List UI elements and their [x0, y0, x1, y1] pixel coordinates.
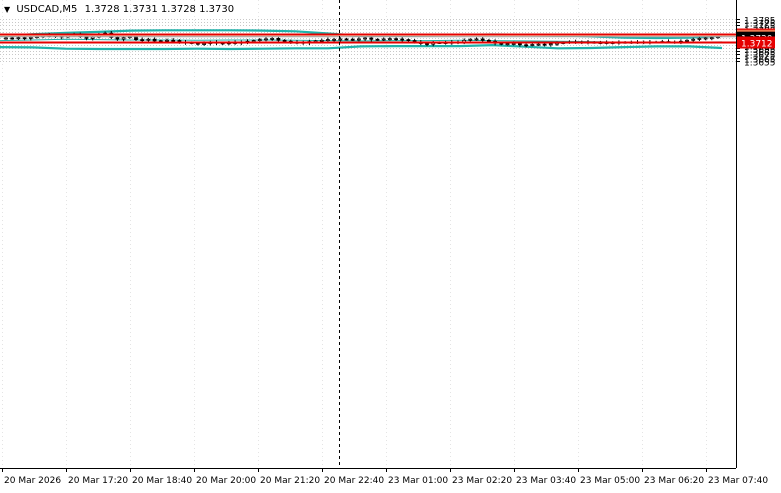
- candle-body: [387, 38, 392, 41]
- chart-background: [0, 0, 781, 489]
- candle-body: [518, 43, 522, 46]
- candle-body: [344, 38, 349, 41]
- time-tick-label: 23 Mar 05:00: [580, 476, 640, 486]
- candle-body: [10, 37, 15, 40]
- ohlc-values: 1.3728 1.3731 1.3728 1.3730: [84, 4, 235, 15]
- candle-body: [251, 40, 256, 42]
- candle-body: [146, 38, 151, 41]
- candle-body: [548, 43, 553, 46]
- time-tick-label: 20 Mar 21:20: [260, 476, 320, 486]
- candle-body: [363, 37, 368, 40]
- candle-body: [319, 39, 324, 42]
- price-labels: 1.37371.37331.37301.3712: [737, 28, 775, 50]
- candle-body: [276, 38, 281, 41]
- candle-body: [257, 39, 262, 41]
- candle-body: [394, 38, 399, 41]
- candle-body: [22, 37, 27, 40]
- candle-body: [332, 38, 337, 41]
- candle-body: [369, 37, 374, 40]
- candle-body: [264, 38, 268, 41]
- candle-body: [486, 39, 491, 42]
- triangle-down-icon[interactable]: ▼: [4, 5, 10, 14]
- candle-body: [530, 44, 535, 46]
- candle-body: [90, 36, 95, 39]
- candle-body: [406, 39, 411, 41]
- candle-body: [480, 38, 485, 41]
- candle-body: [338, 38, 343, 41]
- candle-body: [171, 39, 176, 42]
- candle-body: [28, 37, 33, 39]
- candle-body: [536, 43, 541, 46]
- time-tick-label: 20 Mar 18:40: [132, 476, 192, 486]
- candle-body: [685, 39, 689, 42]
- candle-body: [524, 44, 528, 47]
- candle-body: [697, 38, 702, 40]
- candle-body: [505, 43, 510, 46]
- time-tick-label: 23 Mar 03:40: [516, 476, 576, 486]
- candle-body: [691, 38, 696, 41]
- chart-header: ▼ USDCAD,M5 1.3728 1.3731 1.3728 1.3730: [4, 4, 234, 15]
- candle-body: [152, 38, 157, 42]
- candle-body: [511, 43, 516, 45]
- time-tick-label: 20 Mar 22:40: [324, 476, 384, 486]
- price-chart[interactable]: 1.37851.37751.37651.37551.37451.37351.37…: [0, 0, 781, 489]
- candle-body: [400, 38, 405, 41]
- candle-body: [350, 38, 355, 41]
- support-price-label: 1.3712: [741, 40, 773, 50]
- candle-body: [202, 43, 207, 45]
- candle-body: [381, 38, 386, 41]
- candle-body: [140, 39, 145, 41]
- candle-body: [121, 37, 126, 40]
- time-tick-label: 20 Mar 2026: [4, 476, 61, 486]
- candle-body: [356, 38, 361, 41]
- candle-body: [709, 37, 714, 40]
- candle-body: [325, 39, 330, 41]
- time-tick-label: 23 Mar 06:20: [644, 476, 704, 486]
- candle-body: [468, 38, 473, 41]
- symbol-label: USDCAD,M5: [16, 4, 78, 15]
- candle-body: [165, 39, 169, 42]
- candle-body: [474, 38, 479, 41]
- candle-body: [282, 39, 287, 42]
- candle-body: [115, 37, 120, 40]
- chart-window[interactable]: 1.37851.37751.37651.37551.37451.37351.37…: [0, 0, 781, 489]
- candle-body: [4, 37, 8, 40]
- time-tick-label: 23 Mar 01:00: [388, 476, 448, 486]
- time-tick-label: 20 Mar 17:20: [68, 476, 128, 486]
- candle-body: [270, 38, 275, 40]
- candle-body: [703, 37, 708, 40]
- candle-body: [542, 43, 547, 46]
- time-tick-label: 23 Mar 07:40: [708, 476, 768, 486]
- time-tick-label: 23 Mar 02:20: [452, 476, 512, 486]
- candle-body: [375, 38, 380, 41]
- time-tick-label: 20 Mar 20:00: [196, 476, 256, 486]
- candle-body: [16, 37, 21, 40]
- price-tick-label: 1.3655: [744, 59, 776, 69]
- candle-body: [425, 43, 429, 45]
